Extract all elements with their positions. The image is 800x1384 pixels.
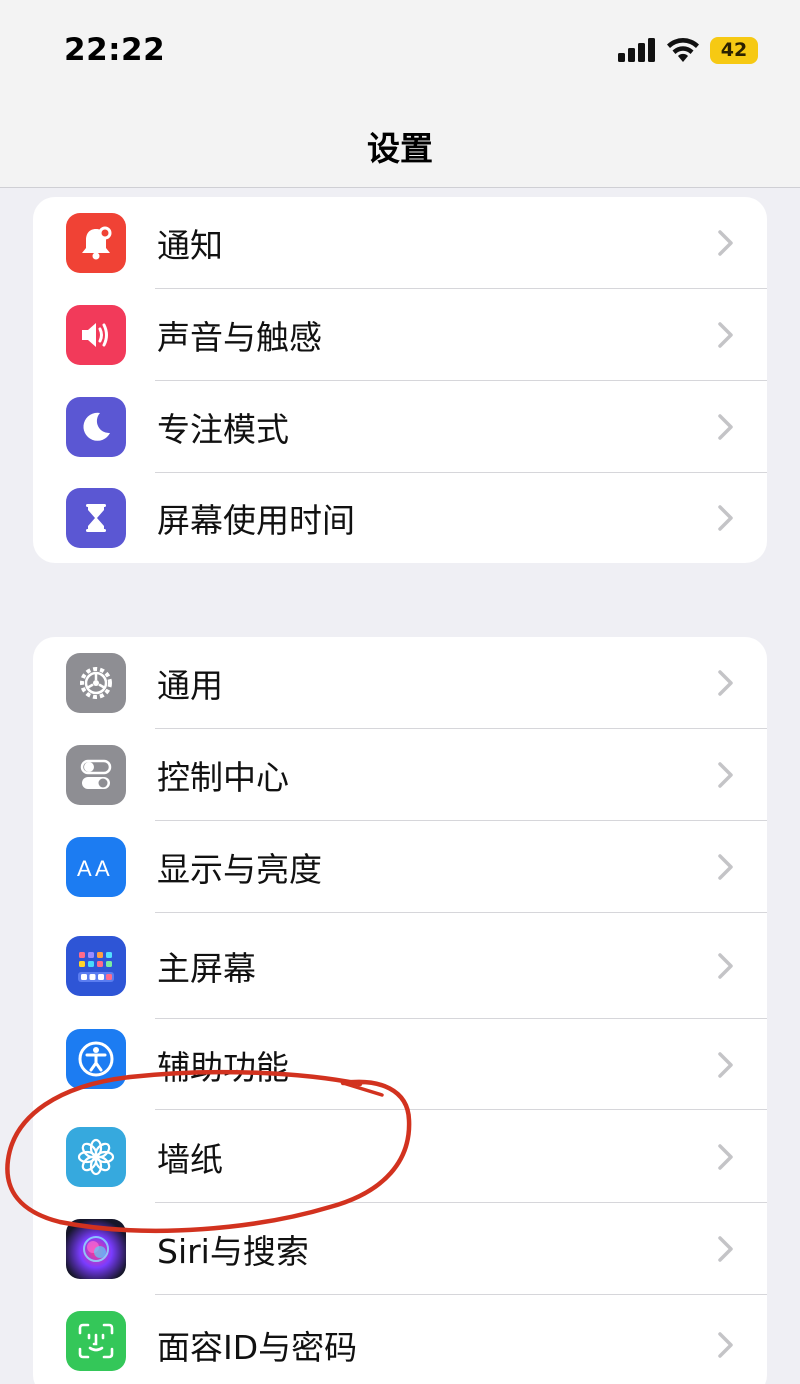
- chevron-right-icon: [718, 322, 733, 348]
- row-label: 墙纸: [157, 1139, 223, 1179]
- chevron-right-icon: [718, 1143, 733, 1170]
- row-label: 面容ID与密码: [157, 1328, 358, 1367]
- settings-row-siri-search[interactable]: Siri与搜索: [33, 1203, 767, 1295]
- row-label: 声音与触感: [157, 318, 322, 357]
- battery-level: 42: [720, 39, 748, 61]
- speaker-icon: [66, 305, 126, 365]
- bell-icon: [66, 213, 126, 273]
- chevron-right-icon: [718, 1332, 733, 1358]
- row-label: 辅助功能: [157, 1047, 289, 1087]
- text-size-icon: A A: [66, 837, 126, 897]
- row-label: 显示与亮度: [157, 850, 322, 889]
- settings-row-home-screen[interactable]: 主屏幕: [33, 913, 767, 1019]
- toggles-icon: [66, 745, 126, 805]
- settings-row-face-id-passcode[interactable]: 面容ID与密码: [33, 1295, 767, 1384]
- settings-group-2: 通用 控制中心 A A 显示与亮度 主屏幕 辅助功能 墙纸 Siri与搜索 面容…: [33, 637, 767, 1384]
- chevron-right-icon: [718, 1236, 733, 1262]
- hourglass-icon: [66, 488, 126, 548]
- row-label: 通用: [157, 666, 223, 705]
- face-id-icon: [66, 1311, 126, 1371]
- accessibility-icon: [66, 1029, 126, 1089]
- settings-group-1: 通知 声音与触感 专注模式 屏幕使用时间: [33, 197, 767, 563]
- row-label: Siri与搜索: [157, 1232, 309, 1271]
- svg-text:A: A: [95, 856, 110, 881]
- row-label: 专注模式: [157, 410, 289, 449]
- page-title: 设置: [367, 129, 433, 168]
- chevron-right-icon: [718, 854, 733, 880]
- row-label: 控制中心: [157, 758, 289, 797]
- settings-row-wallpaper[interactable]: 墙纸: [33, 1110, 767, 1203]
- moon-icon: [66, 397, 126, 457]
- chevron-right-icon: [718, 953, 733, 979]
- nav-header: 22:22 42 设置: [0, 0, 800, 188]
- chevron-right-icon: [718, 505, 733, 531]
- chevron-right-icon: [718, 230, 733, 256]
- settings-row-focus[interactable]: 专注模式: [33, 381, 767, 473]
- row-label: 主屏幕: [157, 949, 256, 988]
- row-label: 屏幕使用时间: [157, 501, 355, 540]
- settings-row-notifications[interactable]: 通知: [33, 197, 767, 289]
- home-screen-icon: [66, 936, 126, 996]
- battery-indicator: 42: [710, 37, 758, 64]
- chevron-right-icon: [718, 762, 733, 788]
- settings-row-display-brightness[interactable]: A A 显示与亮度: [33, 821, 767, 913]
- cellular-signal-icon: [618, 38, 655, 62]
- chevron-right-icon: [718, 1051, 733, 1078]
- gear-icon: [66, 653, 126, 713]
- flower-icon: [66, 1127, 126, 1187]
- status-time: 22:22: [64, 32, 166, 68]
- settings-row-accessibility[interactable]: 辅助功能: [33, 1019, 767, 1110]
- settings-row-general[interactable]: 通用: [33, 637, 767, 729]
- settings-row-screen-time[interactable]: 屏幕使用时间: [33, 473, 767, 563]
- settings-row-control-center[interactable]: 控制中心: [33, 729, 767, 821]
- settings-row-sounds-haptics[interactable]: 声音与触感: [33, 289, 767, 381]
- row-label: 通知: [157, 226, 223, 265]
- svg-text:A: A: [77, 856, 92, 881]
- chevron-right-icon: [718, 670, 733, 696]
- wifi-icon: [667, 38, 699, 62]
- chevron-right-icon: [718, 414, 733, 440]
- siri-icon: [66, 1219, 126, 1279]
